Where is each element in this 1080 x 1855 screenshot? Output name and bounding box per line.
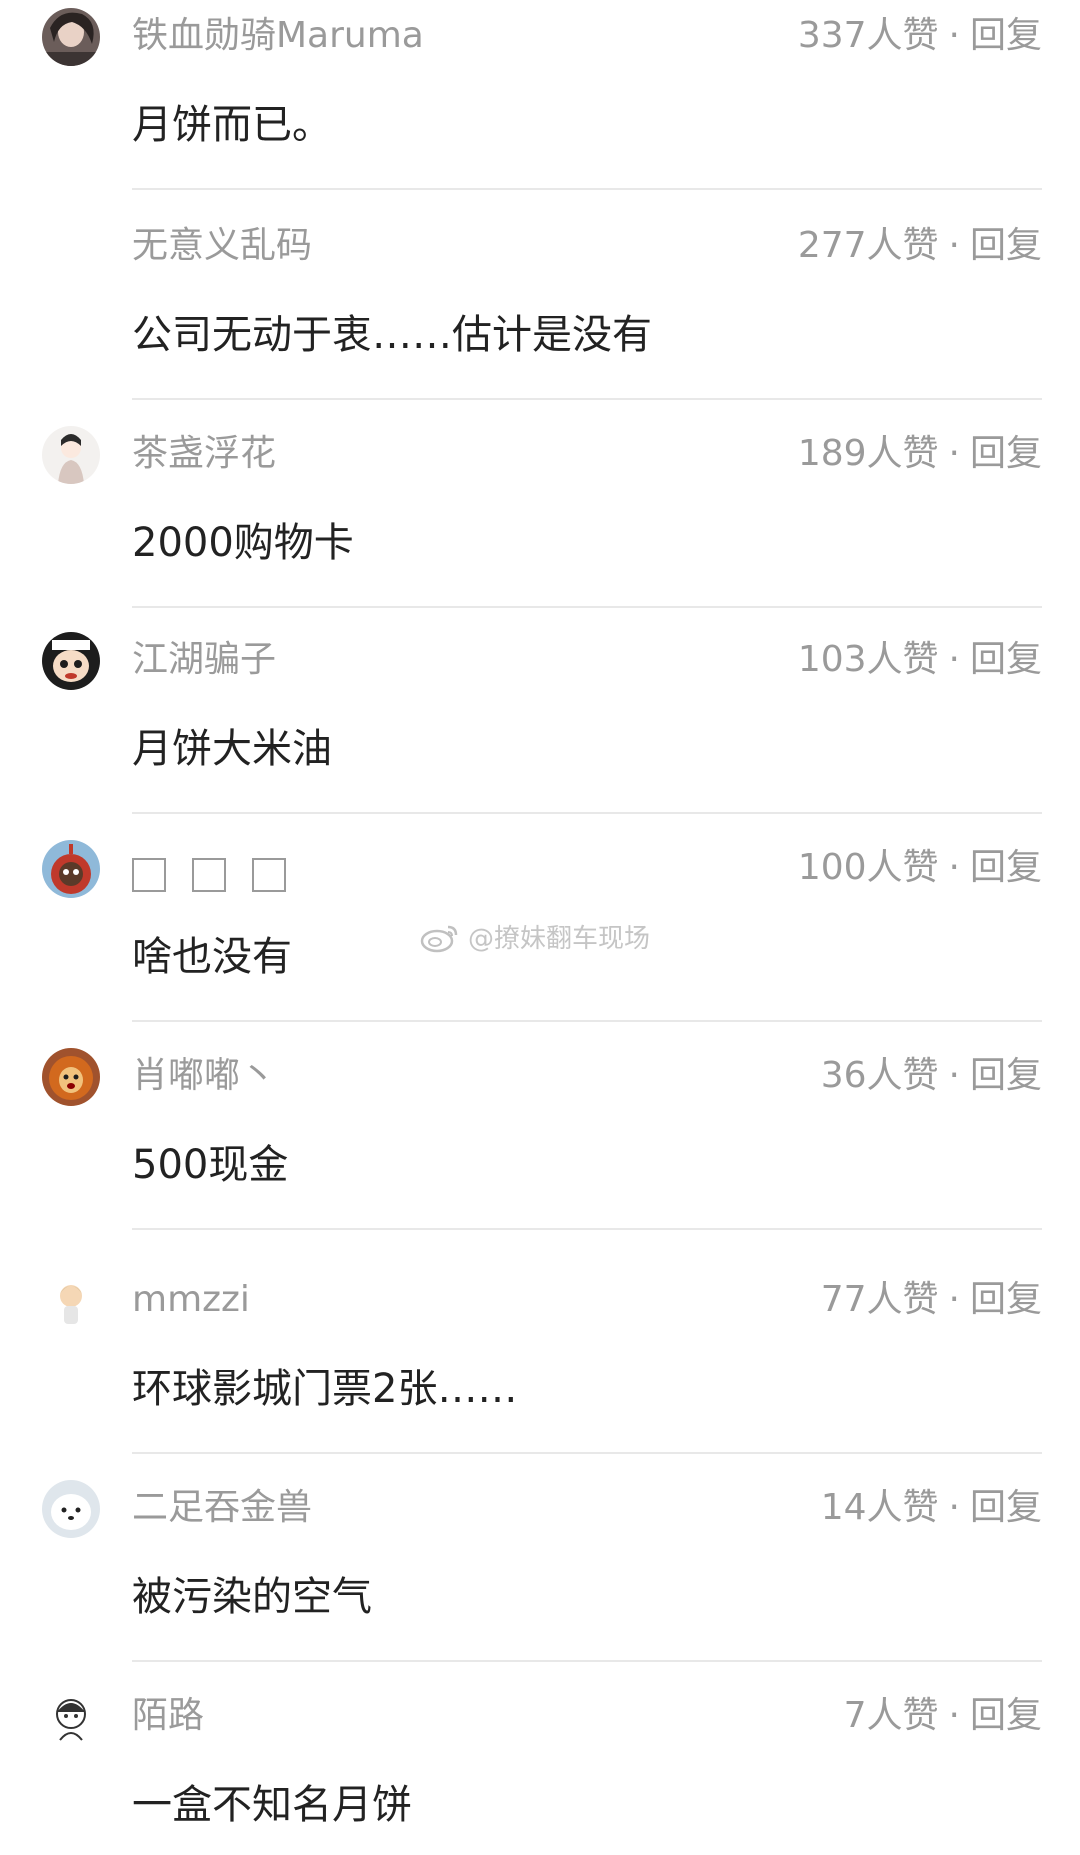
watermark-text: @撩妹翻车现场 <box>468 924 651 954</box>
divider <box>132 1660 1042 1662</box>
comment-text: 月饼而已。 <box>132 102 332 148</box>
divider <box>132 812 1042 814</box>
comment-text: 500现金 <box>132 1142 289 1188</box>
missing-glyph-box <box>132 858 166 892</box>
reply-button[interactable]: 回复 <box>970 15 1042 56</box>
divider <box>132 1228 1042 1230</box>
separator: · <box>948 639 960 680</box>
avatar[interactable] <box>42 426 100 484</box>
divider <box>132 398 1042 400</box>
divider <box>132 1020 1042 1022</box>
avatar-image <box>42 840 100 898</box>
separator: · <box>948 847 960 888</box>
username[interactable]: 无意义乱码 <box>132 224 312 268</box>
avatar[interactable] <box>42 1272 100 1330</box>
like-count[interactable]: 103人赞 <box>798 639 939 680</box>
avatar[interactable] <box>42 632 100 690</box>
divider <box>132 606 1042 608</box>
comment-text: 2000购物卡 <box>132 520 354 566</box>
avatar-image <box>42 8 100 66</box>
like-count[interactable]: 100人赞 <box>798 847 939 888</box>
divider <box>132 1452 1042 1454</box>
username[interactable]: mmzzi <box>132 1278 250 1322</box>
reply-button[interactable]: 回复 <box>970 1279 1042 1320</box>
avatar-image <box>42 1272 100 1330</box>
divider <box>132 188 1042 190</box>
avatar[interactable] <box>42 8 100 66</box>
avatar-image <box>42 426 100 484</box>
separator: · <box>948 1695 960 1736</box>
reply-button[interactable]: 回复 <box>970 225 1042 266</box>
avatar-image <box>42 1048 100 1106</box>
comment-meta: 36人赞 · 回复 <box>821 1054 1042 1098</box>
missing-glyph-box <box>192 858 226 892</box>
avatar-image <box>42 1688 100 1746</box>
username[interactable]: 江湖骗子 <box>132 638 276 682</box>
reply-button[interactable]: 回复 <box>970 1487 1042 1528</box>
reply-button[interactable]: 回复 <box>970 433 1042 474</box>
comment-meta: 14人赞 · 回复 <box>821 1486 1042 1530</box>
comment-meta: 337人赞 · 回复 <box>798 14 1042 58</box>
reply-button[interactable]: 回复 <box>970 639 1042 680</box>
separator: · <box>948 225 960 266</box>
separator: · <box>948 433 960 474</box>
username[interactable]: 陌路 <box>132 1694 204 1738</box>
watermark: @撩妹翻车现场 <box>420 918 650 955</box>
comment-text: 环球影城门票2张…… <box>132 1366 518 1412</box>
username[interactable] <box>132 846 286 903</box>
username[interactable]: 二足吞金兽 <box>132 1486 312 1530</box>
avatar-image <box>42 632 100 690</box>
comment-meta: 277人赞 · 回复 <box>798 224 1042 268</box>
comment-text: 被污染的空气 <box>132 1574 372 1620</box>
avatar[interactable] <box>42 1480 100 1538</box>
comment-text: 月饼大米油 <box>132 726 332 772</box>
comment-meta: 7人赞 · 回复 <box>844 1694 1042 1738</box>
like-count[interactable]: 77人赞 <box>821 1279 939 1320</box>
comment-meta: 189人赞 · 回复 <box>798 432 1042 476</box>
username[interactable]: 肖嘟嘟丶 <box>132 1054 276 1098</box>
like-count[interactable]: 277人赞 <box>798 225 939 266</box>
avatar[interactable] <box>42 1688 100 1746</box>
comment-text: 公司无动于衷……估计是没有 <box>132 312 652 358</box>
like-count[interactable]: 337人赞 <box>798 15 939 56</box>
separator: · <box>948 15 960 56</box>
like-count[interactable]: 14人赞 <box>821 1487 939 1528</box>
missing-glyph-box <box>252 858 286 892</box>
comment-meta: 100人赞 · 回复 <box>798 846 1042 890</box>
comment-meta: 77人赞 · 回复 <box>821 1278 1042 1322</box>
reply-button[interactable]: 回复 <box>970 1695 1042 1736</box>
separator: · <box>948 1487 960 1528</box>
like-count[interactable]: 189人赞 <box>798 433 939 474</box>
username[interactable]: 铁血勋骑Maruma <box>132 14 424 58</box>
unrendered-username-glyphs <box>132 846 286 892</box>
avatar[interactable] <box>42 1048 100 1106</box>
username[interactable]: 茶盏浮花 <box>132 432 276 476</box>
weibo-icon <box>420 925 458 952</box>
avatar[interactable] <box>42 840 100 898</box>
reply-button[interactable]: 回复 <box>970 1055 1042 1096</box>
like-count[interactable]: 7人赞 <box>844 1695 939 1736</box>
comment-text: 一盒不知名月饼 <box>132 1782 412 1828</box>
like-count[interactable]: 36人赞 <box>821 1055 939 1096</box>
comment-text: 啥也没有 <box>132 934 292 980</box>
reply-button[interactable]: 回复 <box>970 847 1042 888</box>
separator: · <box>948 1279 960 1320</box>
comment-meta: 103人赞 · 回复 <box>798 638 1042 682</box>
separator: · <box>948 1055 960 1096</box>
avatar-image <box>42 1480 100 1538</box>
